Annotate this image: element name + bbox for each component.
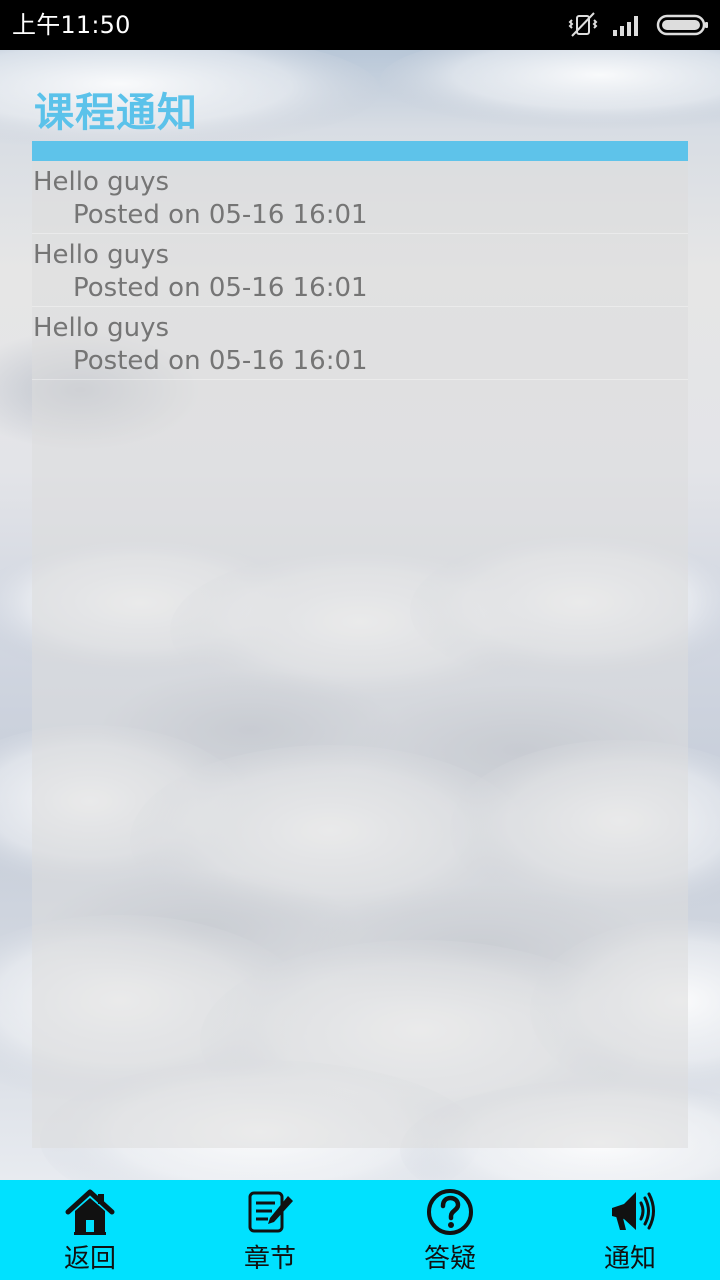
- home-icon: [64, 1186, 116, 1238]
- edit-note-icon: [244, 1186, 296, 1238]
- nav-label: 通知: [603, 1244, 656, 1274]
- bottom-nav: 返回 章节 答疑 通知: [0, 1180, 720, 1280]
- notice-title: Hello guys: [33, 313, 170, 343]
- status-time: 上午11:50: [12, 11, 131, 39]
- notice-posted-date: Posted on 05-16 16:01: [73, 273, 368, 303]
- megaphone-icon: [604, 1186, 656, 1238]
- panel-accent-bar: [32, 141, 688, 161]
- notice-item[interactable]: Hello guys Posted on 05-16 16:01: [32, 234, 688, 307]
- nav-chapters-button[interactable]: 章节: [180, 1180, 360, 1280]
- nav-notifications-button[interactable]: 通知: [540, 1180, 720, 1280]
- battery-icon: [656, 13, 710, 37]
- notice-posted-date: Posted on 05-16 16:01: [73, 200, 368, 230]
- notice-panel: Hello guys Posted on 05-16 16:01 Hello g…: [32, 141, 688, 1148]
- notice-posted-date: Posted on 05-16 16:01: [73, 346, 368, 376]
- signal-icon: [612, 13, 642, 37]
- nav-label: 返回: [63, 1244, 116, 1274]
- nav-back-button[interactable]: 返回: [0, 1180, 180, 1280]
- vibrate-off-icon: [568, 11, 598, 39]
- nav-qa-button[interactable]: 答疑: [360, 1180, 540, 1280]
- nav-label: 章节: [243, 1244, 296, 1274]
- notice-item[interactable]: Hello guys Posted on 05-16 16:01: [32, 161, 688, 234]
- status-bar: 上午11:50: [0, 0, 720, 50]
- notice-item[interactable]: Hello guys Posted on 05-16 16:01: [32, 307, 688, 380]
- question-icon: [424, 1186, 476, 1238]
- notice-list: Hello guys Posted on 05-16 16:01 Hello g…: [32, 161, 688, 380]
- page-title: 课程通知: [34, 90, 198, 136]
- nav-label: 答疑: [423, 1244, 476, 1274]
- notice-title: Hello guys: [33, 240, 170, 270]
- status-icons: [568, 10, 710, 40]
- notice-title: Hello guys: [33, 167, 170, 197]
